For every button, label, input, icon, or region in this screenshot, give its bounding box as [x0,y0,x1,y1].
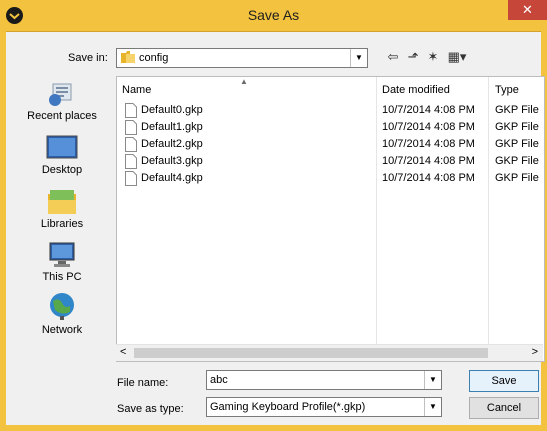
file-date: 10/7/2014 4:08 PM [382,104,475,116]
file-row[interactable]: Default4.gkp 10/7/2014 4:08 PM GKP File [117,170,544,187]
file-row[interactable]: Default1.gkp 10/7/2014 4:08 PM GKP File [117,119,544,136]
window-border-bottom [0,425,547,431]
place-this-pc[interactable]: This PC [12,241,112,283]
file-name: Default3.gkp [141,155,203,167]
file-date: 10/7/2014 4:08 PM [382,172,475,184]
file-row[interactable]: Default3.gkp 10/7/2014 4:08 PM GKP File [117,153,544,170]
network-icon [50,293,74,320]
window-border-left [0,31,6,431]
place-label: This PC [42,271,82,283]
save-in-dropdown[interactable]: config ▼ [116,48,368,68]
save-type-label: Save as type: [117,403,184,415]
place-recent-places[interactable]: Recent places [12,80,112,122]
place-label: Libraries [40,218,84,230]
up-folder-icon[interactable]: ⬏ [403,48,423,66]
chevron-down-icon[interactable]: ▼ [350,49,367,67]
file-type: GKP File [495,155,539,167]
libraries-icon [48,190,76,214]
view-menu-icon[interactable]: ▦▾ [444,48,470,66]
file-name: Default0.gkp [141,104,203,116]
sort-ascending-icon: ▲ [240,77,248,86]
column-header-type[interactable]: Type [495,84,519,96]
file-row[interactable]: Default0.gkp 10/7/2014 4:08 PM GKP File [117,102,544,119]
folder-icon [121,51,135,63]
close-button[interactable]: ✕ [508,0,547,20]
horizontal-scrollbar[interactable]: < > [116,344,543,361]
place-label: Network [41,324,83,336]
save-button[interactable]: Save [469,370,539,392]
file-type: GKP File [495,121,539,133]
title-bar: Save As ✕ [0,0,547,32]
file-list[interactable]: ▲ Name Date modified Type Default0.gkp 1… [116,76,545,362]
file-name-input[interactable]: abc ▼ [206,370,442,390]
file-name: Default2.gkp [141,138,203,150]
file-name-value: abc [210,374,228,386]
cancel-button[interactable]: Cancel [469,397,539,419]
file-name: Default4.gkp [141,172,203,184]
file-date: 10/7/2014 4:08 PM [382,121,475,133]
file-icon [125,137,137,152]
file-type: GKP File [495,172,539,184]
file-type: GKP File [495,138,539,150]
file-date: 10/7/2014 4:08 PM [382,155,475,167]
back-icon[interactable]: ⇦ [383,48,403,66]
new-folder-icon[interactable]: ✶ [423,48,443,66]
file-type: GKP File [495,104,539,116]
chevron-down-icon[interactable]: ▼ [424,371,441,389]
column-header-date[interactable]: Date modified [382,84,450,96]
place-desktop[interactable]: Desktop [12,134,112,176]
save-in-label: Save in: [68,52,108,64]
column-header-name[interactable]: Name [122,84,151,96]
file-icon [125,154,137,169]
file-date: 10/7/2014 4:08 PM [382,138,475,150]
save-type-dropdown[interactable]: Gaming Keyboard Profile(*.gkp) ▼ [206,397,442,417]
recent-places-icon [49,83,72,106]
places-bar: Recent places Desktop Libraries This PC [12,76,114,344]
chevron-down-icon[interactable]: ▼ [424,398,441,416]
scroll-right-icon[interactable]: > [532,346,538,358]
file-name: Default1.gkp [141,121,203,133]
scroll-left-icon[interactable]: < [120,346,126,358]
scrollbar-thumb[interactable] [134,348,488,358]
place-label: Recent places [27,110,97,122]
place-libraries[interactable]: Libraries [12,188,112,230]
save-in-value: config [139,52,169,64]
file-icon [125,171,137,186]
file-name-label: File name: [117,377,169,389]
place-label: Desktop [41,164,83,176]
file-icon [125,120,137,135]
window-title: Save As [247,7,300,23]
place-network[interactable]: Network [12,292,112,336]
this-pc-icon [49,242,75,267]
file-icon [125,103,137,118]
desktop-icon [46,135,78,159]
file-row[interactable]: Default2.gkp 10/7/2014 4:08 PM GKP File [117,136,544,153]
save-type-value: Gaming Keyboard Profile(*.gkp) [210,401,366,413]
